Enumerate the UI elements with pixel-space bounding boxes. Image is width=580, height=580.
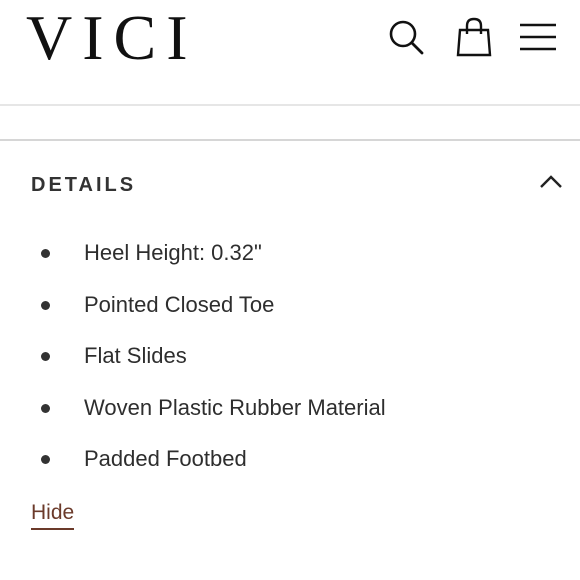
section-divider: [0, 139, 580, 141]
search-button[interactable]: [384, 14, 428, 60]
detail-text: Padded Footbed: [84, 446, 247, 471]
list-item: Padded Footbed: [0, 436, 580, 488]
details-list: Heel Height: 0.32" Pointed Closed Toe Fl…: [0, 230, 580, 488]
brand-logo[interactable]: VICI: [26, 4, 198, 72]
chevron-up-icon[interactable]: [538, 172, 564, 192]
hamburger-menu-icon: [520, 23, 556, 51]
list-item: Heel Height: 0.32": [0, 230, 580, 282]
bullet-icon: [41, 249, 50, 258]
bullet-icon: [41, 300, 50, 310]
shopping-bag-icon: [456, 17, 492, 57]
cart-button[interactable]: [452, 14, 496, 60]
detail-text: Heel Height: 0.32": [84, 240, 262, 265]
search-icon: [389, 20, 424, 55]
bullet-icon: [41, 403, 50, 413]
hide-details-link[interactable]: Hide: [31, 500, 75, 530]
site-header: VICI: [0, 0, 580, 106]
list-item: Pointed Closed Toe: [0, 282, 580, 334]
bullet-icon: [41, 455, 50, 464]
list-item: Woven Plastic Rubber Material: [0, 385, 580, 437]
detail-text: Flat Slides: [84, 343, 187, 368]
detail-text: Pointed Closed Toe: [84, 291, 275, 317]
detail-text: Woven Plastic Rubber Material: [84, 394, 386, 420]
menu-button[interactable]: [516, 14, 560, 60]
details-accordion-header[interactable]: DETAILS: [0, 164, 580, 208]
bullet-icon: [41, 352, 50, 361]
list-item: Flat Slides: [0, 333, 580, 385]
details-title: DETAILS: [31, 174, 137, 196]
product-page: VICI DETAILS Heel Height: 0.32" Pointed …: [0, 0, 580, 580]
